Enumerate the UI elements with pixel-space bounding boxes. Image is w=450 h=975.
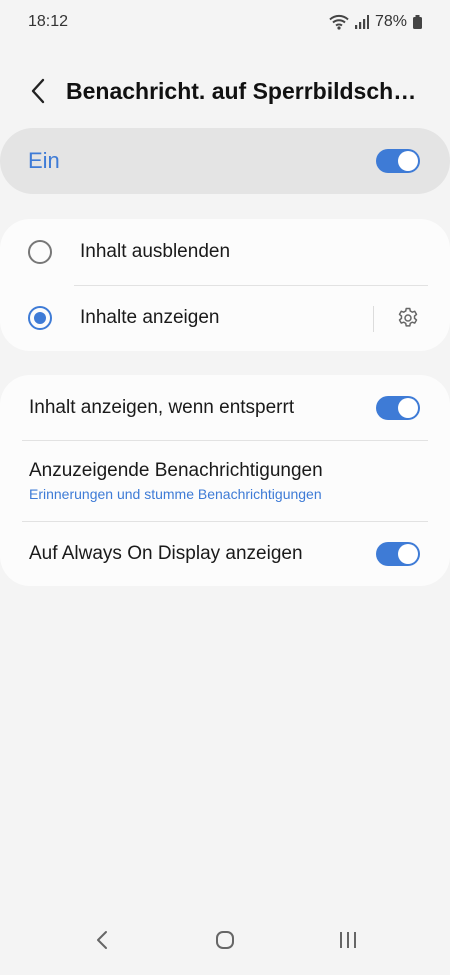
content-visibility-card: Inhalt ausblenden Inhalte anzeigen	[0, 219, 450, 351]
nav-back-button[interactable]	[72, 920, 132, 960]
setting-subtitle: Erinnerungen und stumme Benachrichtigung…	[29, 486, 322, 502]
master-toggle-label: Ein	[28, 148, 60, 173]
vertical-separator	[373, 306, 374, 332]
content-settings-button[interactable]	[394, 304, 422, 332]
signal-icon	[354, 15, 369, 29]
setting-show-when-unlocked[interactable]: Inhalt anzeigen, wenn entsperrt	[0, 375, 450, 441]
nav-recents-button[interactable]	[318, 920, 378, 960]
option-show-content[interactable]: Inhalte anzeigen	[0, 285, 450, 351]
master-toggle-switch[interactable]	[376, 149, 420, 173]
master-toggle-row[interactable]: Ein	[0, 128, 450, 194]
battery-percent: 78%	[374, 13, 407, 30]
option-label: Inhalte anzeigen	[80, 307, 220, 328]
status-time: 18:12	[28, 13, 69, 30]
page-title: Benachricht. auf Sperrbildschi…	[66, 77, 418, 104]
setting-notifications-to-show[interactable]: Anzuzeigende Benachrichtigungen Erinneru…	[0, 441, 450, 521]
battery-icon	[413, 15, 422, 29]
back-arrow-icon	[31, 78, 45, 104]
wifi-icon	[329, 14, 349, 30]
back-button[interactable]	[10, 64, 66, 118]
navigation-bar	[0, 919, 450, 975]
toggle-always-on-display[interactable]	[376, 541, 420, 566]
home-nav-icon	[215, 931, 234, 949]
recents-nav-icon	[340, 932, 357, 948]
status-icons: 78%	[329, 13, 422, 31]
gear-icon	[398, 307, 418, 327]
back-nav-icon	[96, 931, 107, 949]
setting-title: Auf Always On Display anzeigen	[29, 542, 303, 564]
setting-title: Inhalt anzeigen, wenn entsperrt	[29, 397, 295, 418]
option-hide-content[interactable]: Inhalt ausblenden	[0, 219, 450, 285]
settings-card: Inhalt anzeigen, wenn entsperrt Anzuzeig…	[0, 375, 450, 586]
radio-hide-content[interactable]	[28, 240, 52, 264]
toggle-show-when-unlocked[interactable]	[376, 396, 420, 420]
nav-home-button[interactable]	[195, 920, 255, 960]
radio-show-content[interactable]	[28, 306, 52, 330]
setting-always-on-display[interactable]: Auf Always On Display anzeigen	[0, 521, 450, 586]
setting-title: Anzuzeigende Benachrichtigungen	[29, 460, 323, 481]
status-bar: 18:12 78%	[0, 0, 450, 44]
option-label: Inhalt ausblenden	[80, 241, 231, 262]
app-header: Benachricht. auf Sperrbildschi…	[0, 64, 450, 118]
lockscreen-notification-settings-screen: 18:12 78% Benachricht. auf Sperrbildschi…	[0, 0, 450, 975]
